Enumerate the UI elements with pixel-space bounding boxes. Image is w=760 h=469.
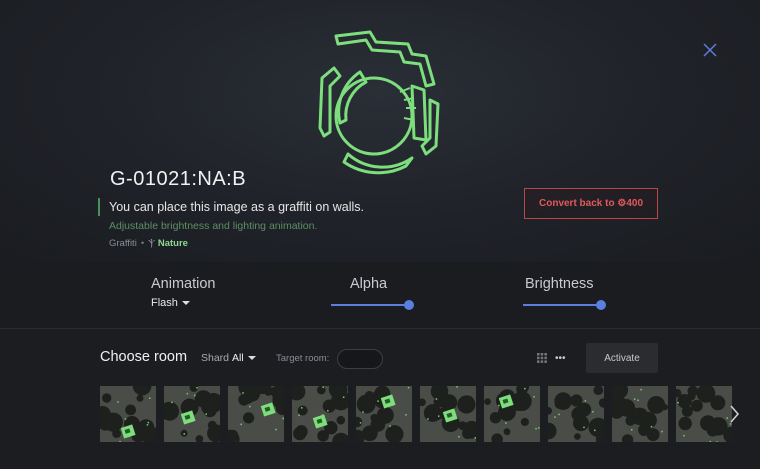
item-tags: Graffiti • Ⲯ Nature bbox=[109, 238, 188, 249]
room-map-icon bbox=[676, 386, 732, 442]
room-thumbnail[interactable] bbox=[356, 386, 412, 442]
room-thumbnail[interactable] bbox=[164, 386, 220, 442]
alpha-label: Alpha bbox=[350, 276, 388, 292]
item-sub-description: Adjustable brightness and lighting anima… bbox=[109, 220, 318, 232]
description-accent-bar bbox=[98, 198, 100, 216]
room-map-icon bbox=[612, 386, 668, 442]
tag-separator: • bbox=[140, 238, 145, 249]
choose-room-title: Choose room bbox=[100, 349, 188, 365]
room-thumbnail[interactable] bbox=[100, 386, 156, 442]
brightness-slider-handle[interactable] bbox=[596, 300, 606, 310]
animation-label: Animation bbox=[151, 276, 216, 292]
room-thumbnail[interactable] bbox=[228, 386, 284, 442]
activate-button[interactable]: Activate bbox=[586, 343, 658, 373]
shard-dropdown[interactable]: Shard All bbox=[201, 352, 256, 364]
room-map-icon bbox=[100, 386, 156, 442]
alpha-slider-handle[interactable] bbox=[404, 300, 414, 310]
room-thumbnail[interactable] bbox=[484, 386, 540, 442]
item-description: You can place this image as a graffiti o… bbox=[109, 200, 365, 214]
animation-dropdown[interactable]: Flash bbox=[151, 297, 190, 309]
tag-category-prefix: Ⲯ bbox=[148, 238, 156, 249]
target-room-input[interactable] bbox=[337, 349, 383, 369]
tag-category: Nature bbox=[157, 238, 188, 249]
shard-label: Shard bbox=[201, 352, 230, 364]
room-map-icon bbox=[484, 386, 540, 442]
room-map-icon bbox=[356, 386, 412, 442]
close-icon[interactable] bbox=[700, 40, 720, 60]
graffiti-emblem-icon bbox=[318, 30, 440, 175]
item-code-title: G-01021:NA:B bbox=[110, 168, 247, 190]
tag-type: Graffiti bbox=[109, 238, 137, 249]
room-thumbnail[interactable] bbox=[548, 386, 604, 442]
chevron-down-icon bbox=[247, 356, 256, 361]
brightness-label: Brightness bbox=[525, 276, 594, 292]
grid-icon[interactable] bbox=[537, 353, 547, 363]
more-icon[interactable]: ••• bbox=[555, 353, 566, 364]
room-map-icon bbox=[164, 386, 220, 442]
room-map-icon bbox=[228, 386, 284, 442]
brightness-slider[interactable] bbox=[523, 300, 606, 310]
convert-back-button[interactable]: Convert back to ⚙400 bbox=[524, 188, 658, 219]
room-thumbnail[interactable] bbox=[676, 386, 732, 442]
shard-value: All bbox=[232, 352, 244, 364]
room-thumbnail[interactable] bbox=[292, 386, 348, 442]
graffiti-controls bbox=[0, 262, 760, 329]
room-map-icon bbox=[292, 386, 348, 442]
chevron-down-icon bbox=[181, 301, 190, 306]
room-map-icon bbox=[420, 386, 476, 442]
chevron-right-icon[interactable] bbox=[726, 400, 742, 428]
alpha-slider[interactable] bbox=[331, 300, 414, 310]
room-thumbnail-list bbox=[100, 386, 740, 442]
room-thumbnail[interactable] bbox=[420, 386, 476, 442]
room-map-icon bbox=[548, 386, 604, 442]
target-room-label: Target room: bbox=[276, 353, 330, 364]
room-thumbnail[interactable] bbox=[612, 386, 668, 442]
animation-value: Flash bbox=[151, 297, 178, 309]
